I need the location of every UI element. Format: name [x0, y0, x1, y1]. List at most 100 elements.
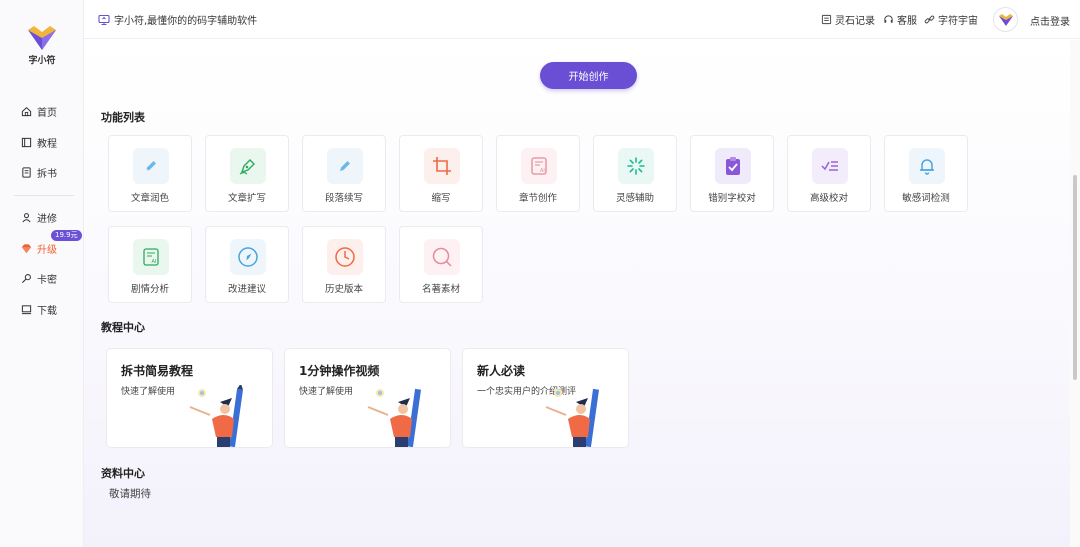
nav-tutorial[interactable]: 教程	[20, 133, 57, 151]
feature-card-chapter[interactable]: AI 章节创作	[496, 135, 580, 212]
crop-icon	[424, 148, 460, 184]
zifu-universe-label: 字符宇宙	[938, 16, 978, 27]
tutorial-card-video[interactable]: 1分钟操作视频 快速了解使用	[284, 348, 451, 448]
nav-study-label: 进修	[37, 213, 57, 225]
customer-service-link[interactable]: 客服	[883, 12, 917, 27]
svg-text:AI: AI	[152, 259, 157, 265]
feature-card-expand[interactable]: 文章扩写	[205, 135, 289, 212]
feature-label: 敏感词检测	[902, 193, 950, 204]
feature-label: 缩写	[431, 193, 451, 204]
app-name: 字小符	[28, 56, 56, 66]
record-icon	[821, 14, 832, 25]
zifu-universe-link[interactable]: 字符宇宙	[924, 12, 978, 27]
top-header: 字小符,最懂你的的码字辅助软件 灵石记录 客服 字符宇宙 点击登录	[84, 0, 1080, 39]
nav-home-label: 首页	[37, 107, 57, 119]
customer-service-label: 客服	[897, 16, 917, 27]
bell-icon	[909, 148, 945, 184]
nav-download-label: 下载	[37, 305, 57, 317]
avatar-logo-icon	[998, 14, 1013, 26]
tutorials-section-title: 教程中心	[101, 321, 145, 334]
ai-document-icon: AI	[133, 239, 169, 275]
feature-card-inspiration[interactable]: 灵感辅助	[593, 135, 677, 212]
feature-label: 章节创作	[518, 193, 557, 204]
main-scrollbar[interactable]	[1070, 40, 1080, 547]
document-icon	[20, 166, 32, 178]
loading-icon	[618, 148, 654, 184]
tutorial-card-chaishu[interactable]: 拆书简易教程 快速了解使用	[106, 348, 273, 448]
link-icon	[924, 15, 935, 24]
feature-label: 剧情分析	[130, 284, 169, 295]
compass-icon	[230, 239, 266, 275]
pen-icon	[133, 148, 169, 184]
nav-upgrade[interactable]: 升级	[20, 239, 57, 257]
feature-label: 段落续写	[324, 193, 363, 204]
student-pencil-illustration-icon	[367, 388, 422, 447]
feature-card-abbreviate[interactable]: 缩写	[399, 135, 483, 212]
app-logo[interactable]	[24, 22, 60, 52]
fountain-pen-icon	[230, 148, 266, 184]
user-avatar[interactable]	[993, 7, 1018, 32]
feature-label: 错别字校对	[708, 193, 756, 204]
app-tagline: 字小符,最懂你的的码字辅助软件	[98, 12, 257, 27]
lingshi-record-link[interactable]: 灵石记录	[821, 12, 875, 27]
sidebar-divider	[14, 195, 74, 196]
nav-chaishu-label: 拆书	[37, 168, 57, 180]
feature-label: 文章扩写	[227, 193, 266, 204]
feature-label: 历史版本	[324, 284, 363, 295]
monitor-icon	[98, 14, 110, 25]
resources-placeholder: 敬请期待	[109, 488, 151, 500]
student-pencil-illustration-icon	[545, 388, 600, 447]
nav-upgrade-label: 升级	[37, 244, 57, 256]
nav-tutorial-label: 教程	[37, 138, 57, 150]
sidebar: 字小符 首页 教程 拆书 进修 19.9元 升级 卡密 下载	[0, 0, 84, 547]
start-creating-button[interactable]: 开始创作	[540, 62, 637, 89]
nav-home[interactable]: 首页	[20, 102, 57, 120]
feature-card-suggestions[interactable]: 改进建议	[205, 226, 289, 303]
feature-label: 名著素材	[421, 284, 460, 295]
feature-card-advanced-check[interactable]: 高级校对	[787, 135, 871, 212]
feature-label: 灵感辅助	[615, 193, 654, 204]
key-icon	[20, 272, 32, 284]
diamond-icon	[20, 242, 32, 254]
main-content: 开始创作 功能列表 文章润色 文章扩写 段落续写 缩写 AI 章节创作 灵感辅助…	[84, 40, 1070, 547]
tutorial-subtitle: 快速了解使用	[121, 387, 176, 397]
nav-study[interactable]: 进修	[20, 208, 57, 226]
tutorial-title: 1分钟操作视频	[299, 364, 380, 378]
tutorial-title: 新人必读	[477, 364, 526, 378]
features-section-title: 功能列表	[101, 111, 145, 124]
nav-card-key-label: 卡密	[37, 274, 57, 286]
check-list-icon	[812, 148, 848, 184]
clock-icon	[327, 239, 363, 275]
tutorial-title: 拆书简易教程	[121, 364, 194, 378]
feature-card-continue[interactable]: 段落续写	[302, 135, 386, 212]
resources-section-title: 资料中心	[101, 467, 145, 480]
headset-icon	[884, 15, 893, 23]
nav-card-key[interactable]: 卡密	[20, 269, 57, 287]
student-pencil-illustration-icon	[189, 385, 244, 447]
tutorial-card-newbie[interactable]: 新人必读 一个忠实用户的介绍测评	[462, 348, 629, 448]
nav-download[interactable]: 下载	[20, 300, 57, 318]
search-icon	[424, 239, 460, 275]
feature-label: 改进建议	[227, 284, 266, 295]
book-icon	[20, 136, 32, 148]
tutorial-subtitle: 快速了解使用	[299, 387, 354, 397]
scrollbar-thumb[interactable]	[1073, 175, 1077, 380]
study-icon	[20, 211, 32, 223]
svg-text:AI: AI	[540, 168, 545, 174]
feature-label: 高级校对	[809, 193, 848, 204]
ai-document-icon: AI	[521, 148, 557, 184]
home-icon	[20, 105, 32, 117]
feature-label: 文章润色	[130, 193, 169, 204]
pen-icon	[327, 148, 363, 184]
feature-card-history[interactable]: 历史版本	[302, 226, 386, 303]
tagline-text: 字小符,最懂你的的码字辅助软件	[114, 16, 258, 27]
feature-card-classics[interactable]: 名著素材	[399, 226, 483, 303]
feature-card-typo-check[interactable]: 错别字校对	[690, 135, 774, 212]
download-icon	[20, 303, 32, 315]
feature-card-sensitive-words[interactable]: 敏感词检测	[884, 135, 968, 212]
login-link[interactable]: 点击登录	[1030, 13, 1070, 28]
clipboard-check-icon	[715, 148, 751, 184]
feature-card-polish[interactable]: 文章润色	[108, 135, 192, 212]
feature-card-plot-analysis[interactable]: AI 剧情分析	[108, 226, 192, 303]
nav-chaishu[interactable]: 拆书	[20, 163, 57, 181]
